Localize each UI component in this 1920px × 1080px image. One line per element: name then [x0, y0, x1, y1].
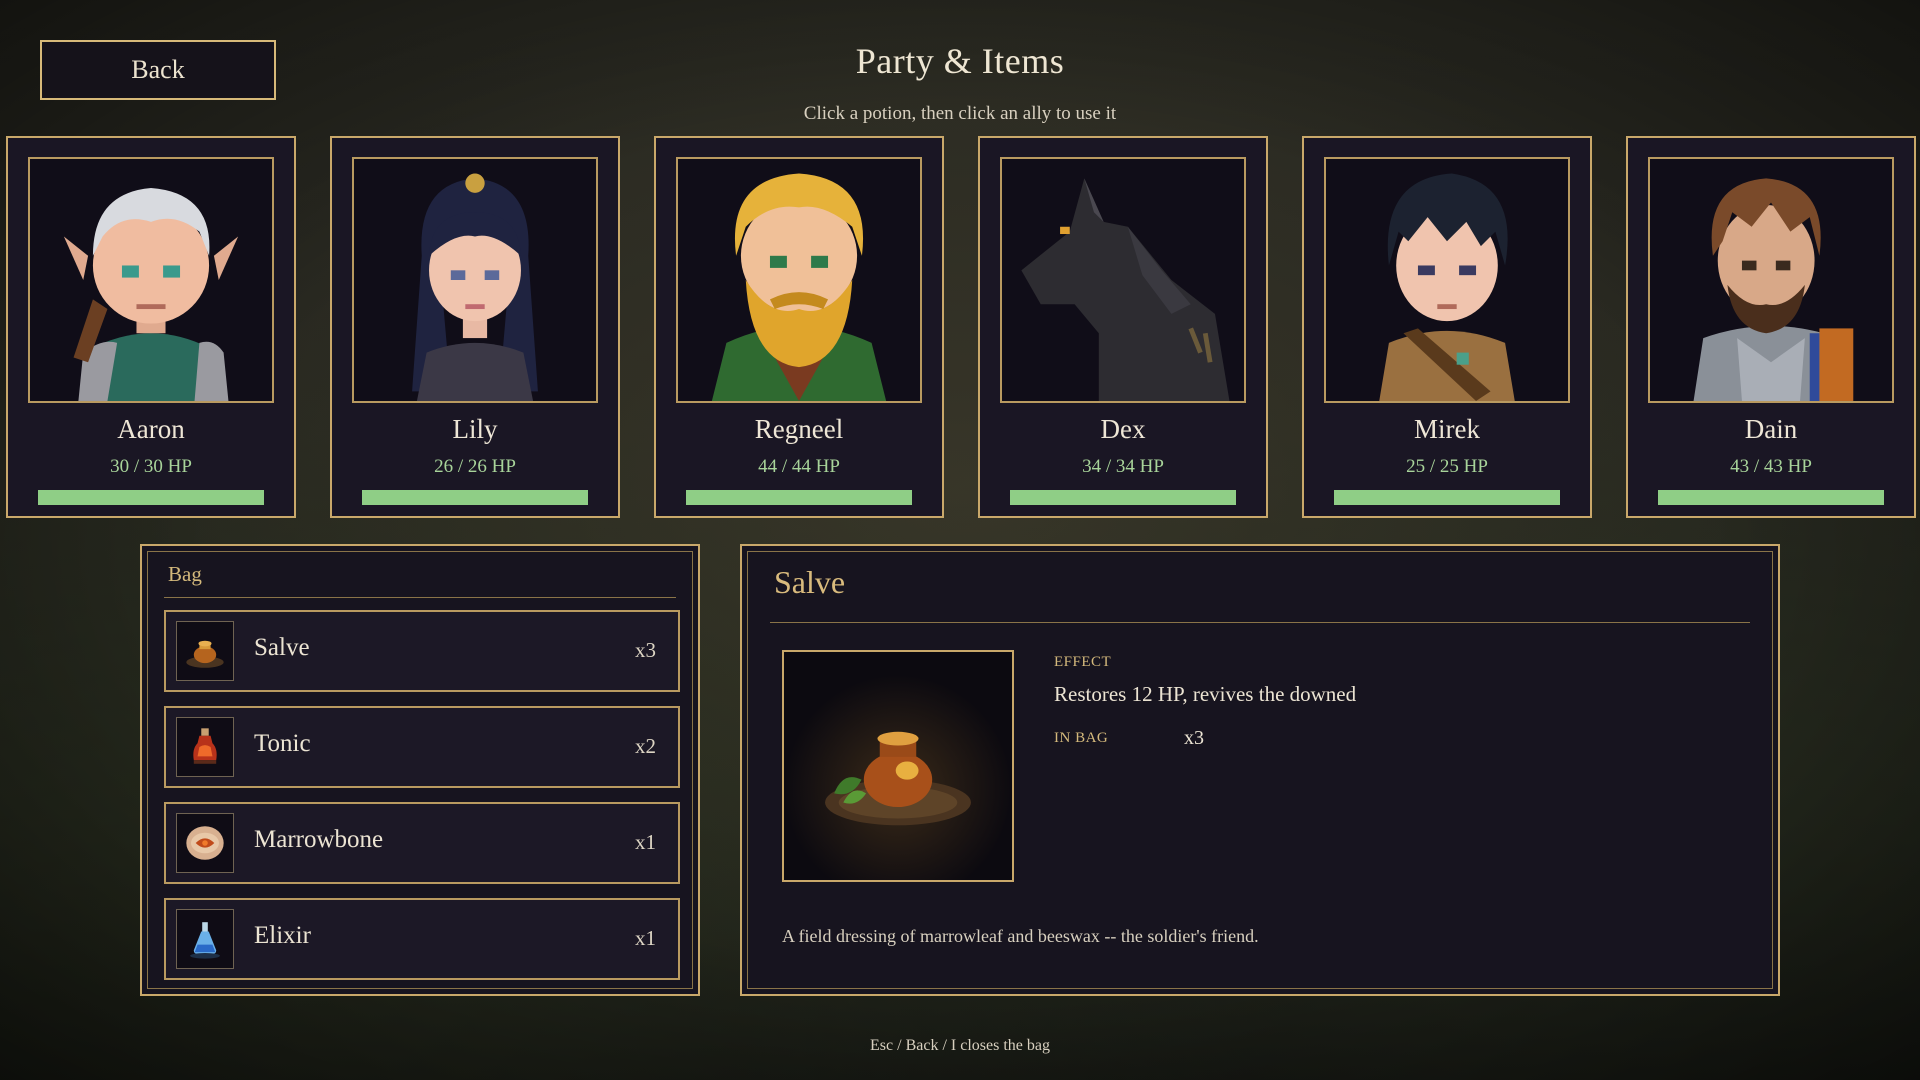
- hp-bar-fill: [362, 490, 588, 505]
- effect-text: Restores 12 HP, revives the downed: [1054, 682, 1357, 706]
- divider: [164, 597, 676, 598]
- black-wolf-portrait: [1000, 157, 1246, 403]
- salve-pot-image: [782, 650, 1014, 882]
- page-subtitle: Click a potion, then click an ally to us…: [803, 103, 1117, 124]
- blond-bearded-man-portrait: [676, 157, 922, 403]
- party-member-name: Dex: [1100, 414, 1146, 444]
- footer-hint: Esc / Back / I closes the bag: [870, 1037, 1050, 1054]
- hp-bar-fill: [686, 490, 912, 505]
- hp-bar: [1658, 490, 1884, 505]
- dark-haired-woman-portrait: [352, 157, 598, 403]
- marrowbone-icon: [176, 813, 234, 873]
- young-boy-portrait: [1324, 157, 1570, 403]
- party-card-dain[interactable]: Dain 43 / 43 HP: [1626, 136, 1916, 518]
- item-quantity: x1: [635, 830, 656, 854]
- hp-bar-fill: [1658, 490, 1884, 505]
- hp-bar-fill: [1010, 490, 1236, 505]
- armored-knight-portrait: [1648, 157, 1894, 403]
- hp-bar: [38, 490, 264, 505]
- party-card-regneel[interactable]: Regneel 44 / 44 HP: [654, 136, 944, 518]
- hp-bar-fill: [38, 490, 264, 505]
- in-bag-label: IN BAG: [1054, 730, 1109, 746]
- party-member-hp: 26 / 26 HP: [434, 456, 516, 477]
- elf-archer-portrait: [28, 157, 274, 403]
- salve-pot-icon: [176, 621, 234, 681]
- party-card-lily[interactable]: Lily 26 / 26 HP: [330, 136, 620, 518]
- party-member-hp: 44 / 44 HP: [758, 456, 840, 477]
- hp-bar: [1334, 490, 1560, 505]
- party-member-name: Dain: [1744, 414, 1798, 444]
- item-quantity: x2: [635, 734, 656, 758]
- item-name: Salve: [254, 634, 310, 661]
- item-name: Elixir: [254, 922, 311, 949]
- item-quantity: x3: [635, 638, 656, 662]
- bag-title: Bag: [168, 562, 202, 586]
- party-member-hp: 25 / 25 HP: [1406, 456, 1488, 477]
- bag-item-marrowbone[interactable]: Marrowbone x1: [164, 802, 680, 884]
- effect-label: EFFECT: [1054, 654, 1112, 670]
- party-card-aaron[interactable]: Aaron 30 / 30 HP: [6, 136, 296, 518]
- in-bag-value: x3: [1184, 727, 1204, 749]
- party-card-dex[interactable]: Dex 34 / 34 HP: [978, 136, 1268, 518]
- party-member-name: Lily: [452, 414, 498, 444]
- item-name: Tonic: [254, 730, 311, 757]
- party-member-name: Mirek: [1414, 414, 1480, 444]
- divider: [770, 622, 1750, 623]
- red-potion-icon: [176, 717, 234, 777]
- party-member-name: Regneel: [754, 414, 844, 444]
- bag-item-tonic[interactable]: Tonic x2: [164, 706, 680, 788]
- hp-bar: [1010, 490, 1236, 505]
- party-card-mirek[interactable]: Mirek 25 / 25 HP: [1302, 136, 1592, 518]
- item-detail-panel: Salve EFFECT Restores 12 HP, revives the…: [740, 544, 1780, 996]
- party-member-hp: 43 / 43 HP: [1730, 456, 1812, 477]
- page-title: Party & Items: [855, 41, 1065, 81]
- item-name: Marrowbone: [254, 826, 384, 853]
- party-member-name: Aaron: [117, 414, 185, 444]
- detail-title: Salve: [774, 564, 846, 600]
- flavor-text: A field dressing of marrowleaf and beesw…: [782, 926, 1259, 946]
- item-quantity: x1: [635, 926, 656, 950]
- hp-bar: [362, 490, 588, 505]
- bag-item-elixir[interactable]: Elixir x1: [164, 898, 680, 980]
- party-member-hp: 34 / 34 HP: [1082, 456, 1164, 477]
- bag-item-salve[interactable]: Salve x3: [164, 610, 680, 692]
- party-member-hp: 30 / 30 HP: [110, 456, 192, 477]
- blue-flask-icon: [176, 909, 234, 969]
- hp-bar-fill: [1334, 490, 1560, 505]
- hp-bar: [686, 490, 912, 505]
- bag-panel: Bag Salve x3 Tonic x2 Marrowbone x1 Elix…: [140, 544, 700, 996]
